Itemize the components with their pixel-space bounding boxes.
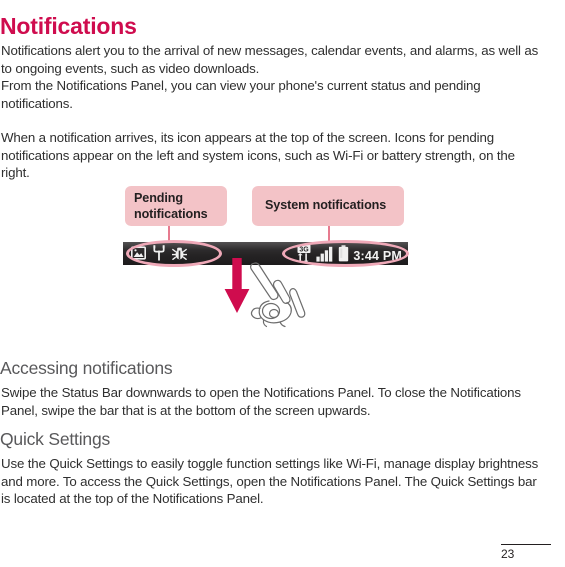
footer-divider [501,544,551,545]
callout-system-notifications: System notifications [252,186,404,226]
system-status-icons: 3G 3:44 PM [296,244,402,268]
hand-swipe-icon [244,256,306,328]
manual-page: Notifications Notifications alert you to… [0,0,565,567]
bug-icon [171,246,188,266]
page-title: Notifications [0,13,137,40]
intro-paragraph-2: When a notification arrives, its icon ap… [1,130,515,181]
page-number: 23 [501,547,515,561]
battery-icon [338,245,349,267]
svg-text:3G: 3G [300,246,310,253]
section-body-quick-settings: Use the Quick Settings to easily toggle … [1,456,539,507]
section-body-accessing-notifications: Swipe the Status Bar downwards to open t… [1,385,521,418]
intro-paragraph-1: Notifications alert you to the arrival o… [1,43,539,112]
pending-notification-icons [131,245,188,266]
status-bar-clock: 3:44 PM [353,249,402,263]
leader-line-system [328,226,330,243]
image-icon [131,246,146,265]
section-heading-quick-settings: Quick Settings [0,428,111,449]
signal-bars-icon [316,246,334,267]
leader-line-pending [168,226,170,243]
usb-icon [153,245,165,266]
section-heading-accessing-notifications: Accessing notifications [0,357,173,378]
callout-pending-notifications: Pending notifications [125,186,227,226]
